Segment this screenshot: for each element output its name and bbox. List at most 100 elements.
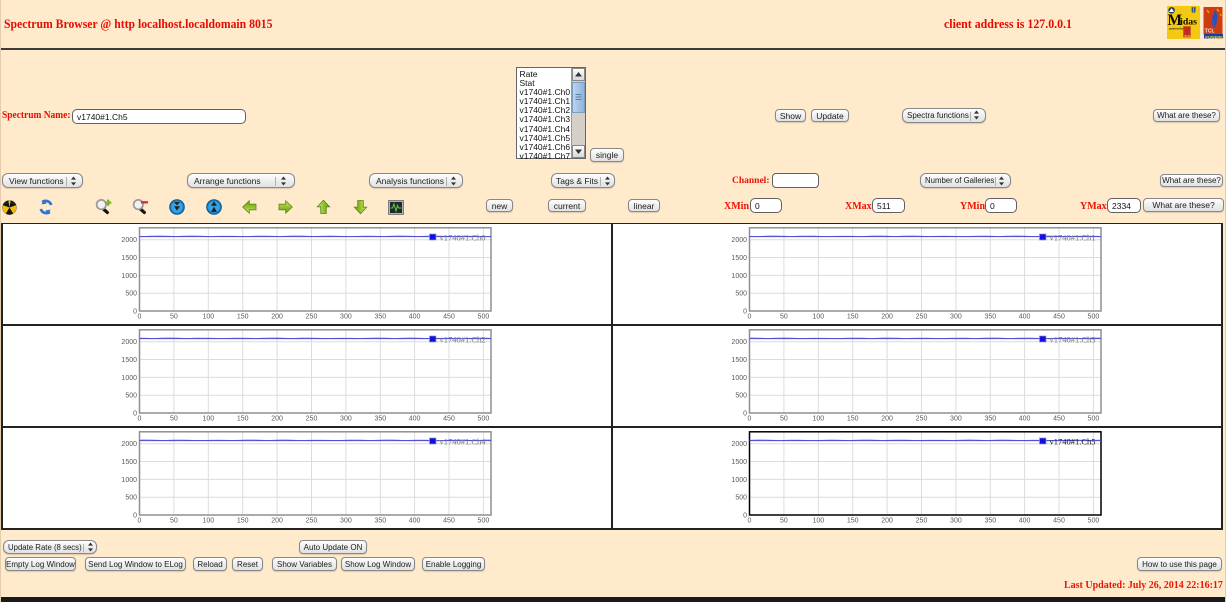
svg-text:350: 350 bbox=[984, 517, 996, 524]
svg-text:350: 350 bbox=[984, 313, 996, 320]
svg-text:350: 350 bbox=[984, 415, 996, 422]
svg-text:1000: 1000 bbox=[731, 477, 747, 484]
svg-text:0: 0 bbox=[133, 308, 137, 315]
svg-text:v1740#1.Ch1: v1740#1.Ch1 bbox=[1049, 233, 1095, 243]
svg-text:2000: 2000 bbox=[731, 237, 747, 244]
svg-text:1000: 1000 bbox=[731, 375, 747, 382]
svg-text:50: 50 bbox=[780, 313, 788, 320]
svg-text:v1740#1.Ch0: v1740#1.Ch0 bbox=[439, 233, 485, 243]
svg-text:350: 350 bbox=[374, 415, 386, 422]
svg-text:200: 200 bbox=[881, 517, 893, 524]
svg-text:500: 500 bbox=[735, 494, 747, 501]
svg-text:400: 400 bbox=[1018, 517, 1030, 524]
svg-text:100: 100 bbox=[202, 415, 214, 422]
svg-text:2000: 2000 bbox=[121, 441, 137, 448]
svg-text:1500: 1500 bbox=[731, 255, 747, 262]
svg-text:2000: 2000 bbox=[121, 237, 137, 244]
svg-text:400: 400 bbox=[408, 415, 420, 422]
svg-text:150: 150 bbox=[846, 415, 858, 422]
svg-text:2000: 2000 bbox=[731, 441, 747, 448]
svg-text:v1740#1.Ch2: v1740#1.Ch2 bbox=[439, 334, 485, 344]
svg-text:200: 200 bbox=[271, 415, 283, 422]
svg-text:450: 450 bbox=[1053, 415, 1065, 422]
svg-text:350: 350 bbox=[374, 313, 386, 320]
svg-text:300: 300 bbox=[340, 517, 352, 524]
svg-text:250: 250 bbox=[305, 517, 317, 524]
svg-text:2000: 2000 bbox=[731, 339, 747, 346]
svg-text:1500: 1500 bbox=[121, 459, 137, 466]
svg-text:250: 250 bbox=[915, 517, 927, 524]
svg-text:0: 0 bbox=[743, 410, 747, 417]
svg-text:150: 150 bbox=[846, 313, 858, 320]
svg-text:2000: 2000 bbox=[121, 339, 137, 346]
svg-text:1500: 1500 bbox=[121, 357, 137, 364]
svg-text:500: 500 bbox=[477, 517, 489, 524]
svg-text:100: 100 bbox=[202, 517, 214, 524]
svg-text:100: 100 bbox=[812, 517, 824, 524]
svg-text:1500: 1500 bbox=[731, 357, 747, 364]
svg-text:500: 500 bbox=[477, 415, 489, 422]
svg-text:500: 500 bbox=[477, 313, 489, 320]
svg-text:1000: 1000 bbox=[121, 273, 137, 280]
svg-text:200: 200 bbox=[881, 313, 893, 320]
svg-text:v1740#1.Ch4: v1740#1.Ch4 bbox=[439, 436, 486, 446]
svg-text:500: 500 bbox=[1087, 517, 1099, 524]
svg-text:450: 450 bbox=[443, 313, 455, 320]
svg-text:300: 300 bbox=[950, 415, 962, 422]
svg-text:250: 250 bbox=[915, 415, 927, 422]
svg-text:200: 200 bbox=[271, 313, 283, 320]
svg-text:500: 500 bbox=[125, 392, 137, 399]
svg-text:100: 100 bbox=[202, 313, 214, 320]
svg-text:350: 350 bbox=[374, 517, 386, 524]
svg-text:450: 450 bbox=[1053, 313, 1065, 320]
svg-text:250: 250 bbox=[915, 313, 927, 320]
svg-text:0: 0 bbox=[137, 415, 141, 422]
svg-text:500: 500 bbox=[1087, 415, 1099, 422]
svg-text:500: 500 bbox=[1087, 313, 1099, 320]
svg-text:500: 500 bbox=[735, 392, 747, 399]
svg-text:150: 150 bbox=[236, 415, 248, 422]
svg-text:0: 0 bbox=[747, 313, 751, 320]
svg-text:1000: 1000 bbox=[121, 375, 137, 382]
svg-text:250: 250 bbox=[305, 313, 317, 320]
svg-text:1500: 1500 bbox=[731, 459, 747, 466]
svg-text:50: 50 bbox=[170, 517, 178, 524]
svg-text:0: 0 bbox=[137, 313, 141, 320]
svg-text:250: 250 bbox=[305, 415, 317, 422]
svg-text:500: 500 bbox=[125, 494, 137, 501]
svg-text:POWERED: POWERED bbox=[1205, 34, 1224, 39]
svg-text:50: 50 bbox=[170, 313, 178, 320]
svg-text:450: 450 bbox=[443, 517, 455, 524]
svg-text:1000: 1000 bbox=[731, 273, 747, 280]
svg-text:400: 400 bbox=[408, 313, 420, 320]
svg-text:450: 450 bbox=[443, 415, 455, 422]
svg-text:50: 50 bbox=[170, 415, 178, 422]
svg-text:v1740#1.Ch5: v1740#1.Ch5 bbox=[1049, 436, 1095, 446]
svg-text:400: 400 bbox=[1018, 313, 1030, 320]
svg-text:200: 200 bbox=[271, 517, 283, 524]
svg-text:1000: 1000 bbox=[121, 477, 137, 484]
svg-text:50: 50 bbox=[780, 517, 788, 524]
svg-text:0: 0 bbox=[133, 512, 137, 519]
svg-text:0: 0 bbox=[133, 410, 137, 417]
svg-text:200: 200 bbox=[881, 415, 893, 422]
svg-text:100: 100 bbox=[812, 415, 824, 422]
svg-text:150: 150 bbox=[236, 517, 248, 524]
svg-text:450: 450 bbox=[1053, 517, 1065, 524]
svg-text:idas: idas bbox=[1180, 16, 1197, 27]
svg-text:300: 300 bbox=[340, 415, 352, 422]
svg-text:0: 0 bbox=[743, 512, 747, 519]
svg-text:500: 500 bbox=[125, 291, 137, 298]
svg-text:300: 300 bbox=[950, 517, 962, 524]
svg-text:v1740#1.Ch3: v1740#1.Ch3 bbox=[1049, 334, 1095, 344]
svg-text:0: 0 bbox=[747, 415, 751, 422]
svg-text:400: 400 bbox=[408, 517, 420, 524]
svg-text:powered by: powered by bbox=[1169, 27, 1184, 31]
svg-text:50: 50 bbox=[780, 415, 788, 422]
svg-text:150: 150 bbox=[236, 313, 248, 320]
svg-text:300: 300 bbox=[340, 313, 352, 320]
svg-text:Tcl/Tk: Tcl/Tk bbox=[1184, 35, 1191, 38]
svg-text:500: 500 bbox=[735, 291, 747, 298]
svg-text:0: 0 bbox=[137, 517, 141, 524]
svg-text:0: 0 bbox=[743, 308, 747, 315]
